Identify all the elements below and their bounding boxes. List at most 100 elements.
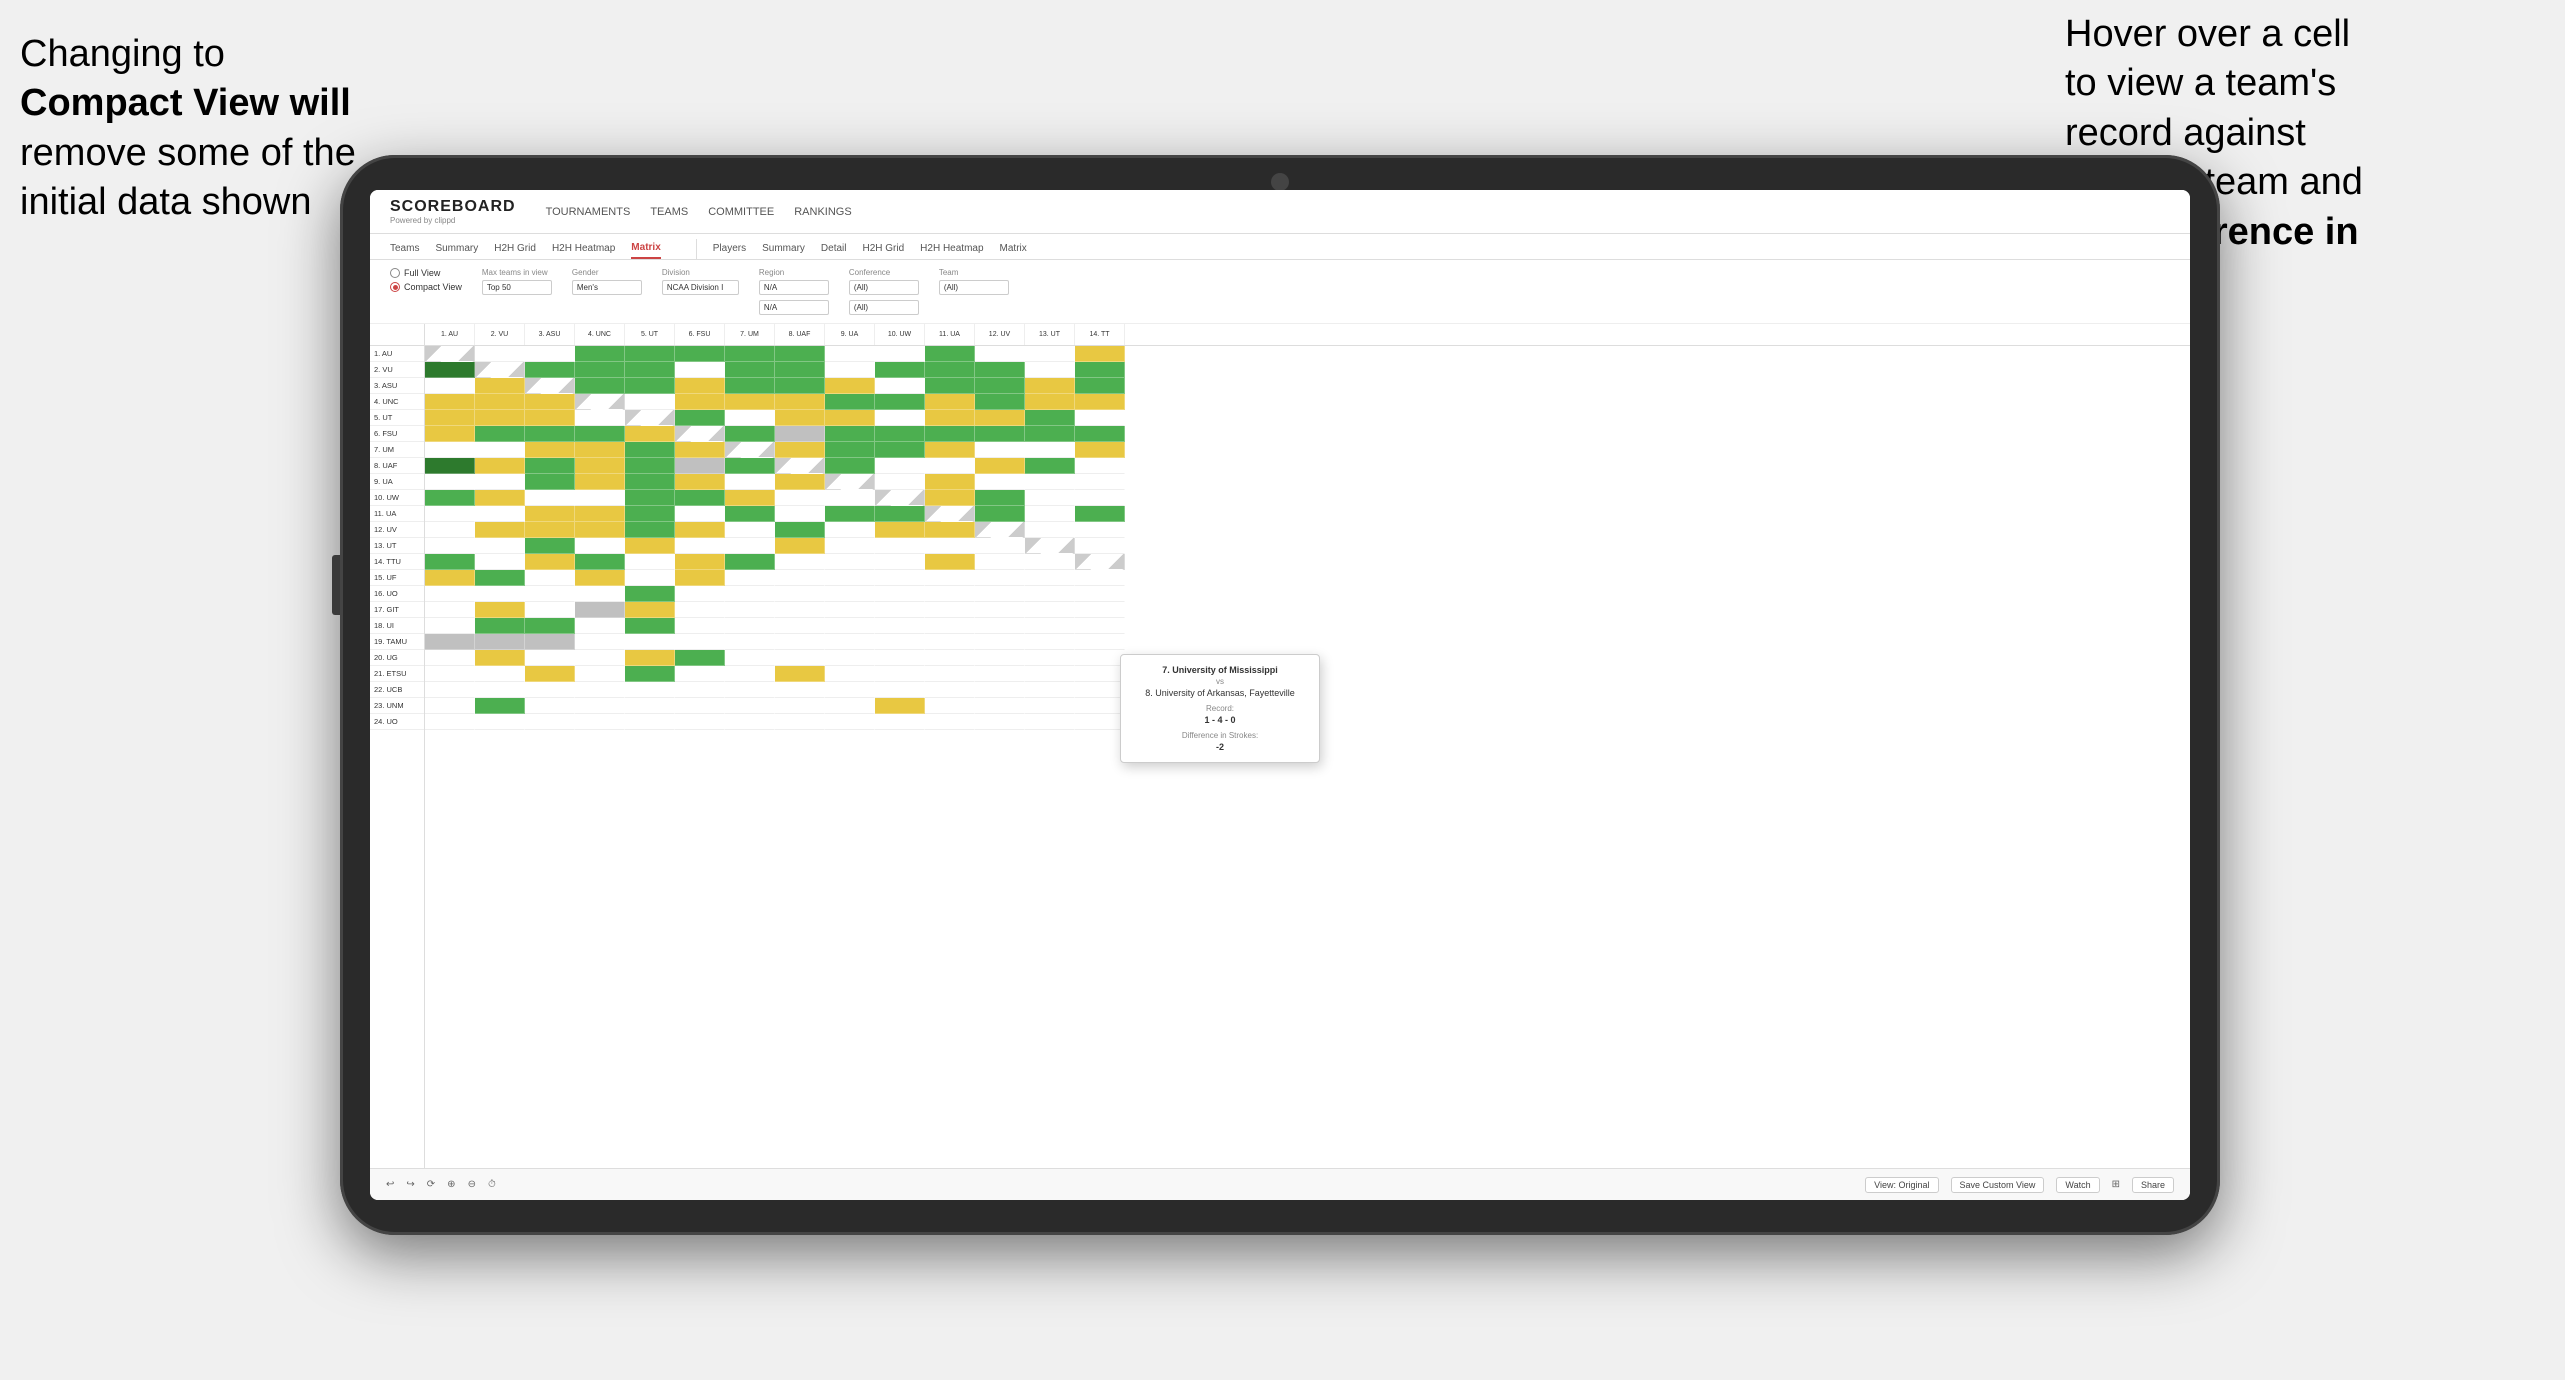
tab-detail[interactable]: Detail bbox=[821, 239, 847, 258]
row-label-2: 2. VU bbox=[370, 362, 424, 378]
tab-summary1[interactable]: Summary bbox=[435, 239, 478, 258]
table-row bbox=[425, 602, 2190, 618]
tab-h2h-grid1[interactable]: H2H Grid bbox=[494, 239, 536, 258]
conference-filter: Conference (All) (All) bbox=[849, 268, 919, 315]
scoreboard-logo: SCOREBOARD Powered by clippd bbox=[390, 198, 516, 225]
cell-tooltip: 7. University of Mississippi vs 8. Unive… bbox=[1120, 654, 1320, 763]
col-7: 7. UM bbox=[725, 324, 775, 345]
col-6: 6. FSU bbox=[675, 324, 725, 345]
tooltip-record: 1 - 4 - 0 bbox=[1135, 715, 1305, 725]
division-label: Division bbox=[662, 268, 739, 277]
region-select1[interactable]: N/A bbox=[759, 280, 829, 295]
row-label-15: 15. UF bbox=[370, 570, 424, 586]
team-select[interactable]: (All) bbox=[939, 280, 1009, 295]
col-9: 9. UA bbox=[825, 324, 875, 345]
tab-teams[interactable]: Teams bbox=[390, 239, 419, 258]
row-label-24: 24. UO bbox=[370, 714, 424, 730]
row-label-9: 9. UA bbox=[370, 474, 424, 490]
compact-view-radio[interactable] bbox=[390, 282, 400, 292]
col-10: 10. UW bbox=[875, 324, 925, 345]
scoreboard-header: SCOREBOARD Powered by clippd TOURNAMENTS… bbox=[370, 190, 2190, 234]
full-view-radio[interactable] bbox=[390, 268, 400, 278]
table-row bbox=[425, 410, 2190, 426]
col-5: 5. UT bbox=[625, 324, 675, 345]
row-label-12: 12. UV bbox=[370, 522, 424, 538]
annotation-left-line3: remove some of the bbox=[20, 132, 356, 174]
tooltip-team1: 7. University of Mississippi bbox=[1135, 665, 1305, 675]
table-row bbox=[425, 522, 2190, 538]
row-label-8: 8. UAF bbox=[370, 458, 424, 474]
matrix-area: 1. AU 2. VU 3. ASU 4. UNC 5. UT 6. FSU 7… bbox=[370, 324, 2190, 1168]
tab-matrix2[interactable]: Matrix bbox=[1000, 239, 1027, 258]
row-label-22: 22. UCB bbox=[370, 682, 424, 698]
row-label-1: 1. AU bbox=[370, 346, 424, 362]
spacer bbox=[370, 324, 424, 346]
gender-select[interactable]: Men's bbox=[572, 280, 642, 295]
division-select[interactable]: NCAA Division I bbox=[662, 280, 739, 295]
tooltip-strokes-label: Difference in Strokes: bbox=[1135, 731, 1305, 740]
full-view-option[interactable]: Full View bbox=[390, 268, 462, 278]
region-label: Region bbox=[759, 268, 829, 277]
compact-view-option[interactable]: Compact View bbox=[390, 282, 462, 292]
row-label-5: 5. UT bbox=[370, 410, 424, 426]
annotation-left-bold: Compact View will bbox=[20, 82, 351, 124]
row-label-14: 14. TTU bbox=[370, 554, 424, 570]
table-row bbox=[425, 346, 2190, 362]
tab-matrix1[interactable]: Matrix bbox=[631, 238, 660, 259]
main-nav: TOURNAMENTS TEAMS COMMITTEE RANKINGS bbox=[546, 202, 852, 222]
nav-rankings[interactable]: RANKINGS bbox=[794, 202, 851, 222]
conference-select1[interactable]: (All) bbox=[849, 280, 919, 295]
row-label-7: 7. UM bbox=[370, 442, 424, 458]
row-label-17: 17. GIT bbox=[370, 602, 424, 618]
col-11: 11. UA bbox=[925, 324, 975, 345]
annotation-right-line2: to view a team's bbox=[2065, 62, 2336, 104]
col-12: 12. UV bbox=[975, 324, 1025, 345]
nav-teams[interactable]: TEAMS bbox=[650, 202, 688, 222]
nav-committee[interactable]: COMMITTEE bbox=[708, 202, 774, 222]
col-3: 3. ASU bbox=[525, 324, 575, 345]
conference-select2[interactable]: (All) bbox=[849, 300, 919, 315]
gender-filter: Gender Men's bbox=[572, 268, 642, 295]
tooltip-strokes: -2 bbox=[1135, 742, 1305, 752]
annotation-right-line3: record against bbox=[2065, 112, 2306, 154]
max-teams-label: Max teams in view bbox=[482, 268, 552, 277]
col-4: 4. UNC bbox=[575, 324, 625, 345]
table-row bbox=[425, 362, 2190, 378]
row-label-10: 10. UW bbox=[370, 490, 424, 506]
row-label-13: 13. UT bbox=[370, 538, 424, 554]
table-row bbox=[425, 458, 2190, 474]
tablet-screen: SCOREBOARD Powered by clippd TOURNAMENTS… bbox=[370, 190, 2190, 1200]
col-headers: 1. AU 2. VU 3. ASU 4. UNC 5. UT 6. FSU 7… bbox=[425, 324, 2190, 346]
table-row bbox=[425, 474, 2190, 490]
col-13: 13. UT bbox=[1025, 324, 1075, 345]
view-mode-group: Full View Compact View bbox=[390, 268, 462, 292]
division-filter: Division NCAA Division I bbox=[662, 268, 739, 295]
table-row bbox=[425, 378, 2190, 394]
tablet-frame: SCOREBOARD Powered by clippd TOURNAMENTS… bbox=[340, 155, 2220, 1235]
col-2: 2. VU bbox=[475, 324, 525, 345]
col-8: 8. UAF bbox=[775, 324, 825, 345]
row-labels: 1. AU 2. VU 3. ASU 4. UNC 5. UT 6. FSU 7… bbox=[370, 324, 425, 1168]
col-14: 14. TT bbox=[1075, 324, 1125, 345]
annotation-left-line1: Changing to bbox=[20, 33, 225, 75]
row-label-21: 21. ETSU bbox=[370, 666, 424, 682]
row-label-6: 6. FSU bbox=[370, 426, 424, 442]
region-filter: Region N/A N/A bbox=[759, 268, 829, 315]
col-1: 1. AU bbox=[425, 324, 475, 345]
team-label: Team bbox=[939, 268, 1009, 277]
logo-subtitle: Powered by clippd bbox=[390, 216, 455, 225]
row-label-4: 4. UNC bbox=[370, 394, 424, 410]
row-label-11: 11. UA bbox=[370, 506, 424, 522]
region-select2[interactable]: N/A bbox=[759, 300, 829, 315]
tab-h2h-grid2[interactable]: H2H Grid bbox=[862, 239, 904, 258]
max-teams-select[interactable]: Top 50 bbox=[482, 280, 552, 295]
tooltip-team2: 8. University of Arkansas, Fayetteville bbox=[1135, 688, 1305, 698]
table-row bbox=[425, 490, 2190, 506]
tab-summary2[interactable]: Summary bbox=[762, 239, 805, 258]
tab-players[interactable]: Players bbox=[713, 239, 746, 258]
nav-tournaments[interactable]: TOURNAMENTS bbox=[546, 202, 631, 222]
tab-h2h-heatmap1[interactable]: H2H Heatmap bbox=[552, 239, 615, 258]
row-label-23: 23. UNM bbox=[370, 698, 424, 714]
tab-h2h-heatmap2[interactable]: H2H Heatmap bbox=[920, 239, 983, 258]
annotation-left-line4: initial data shown bbox=[20, 181, 312, 223]
